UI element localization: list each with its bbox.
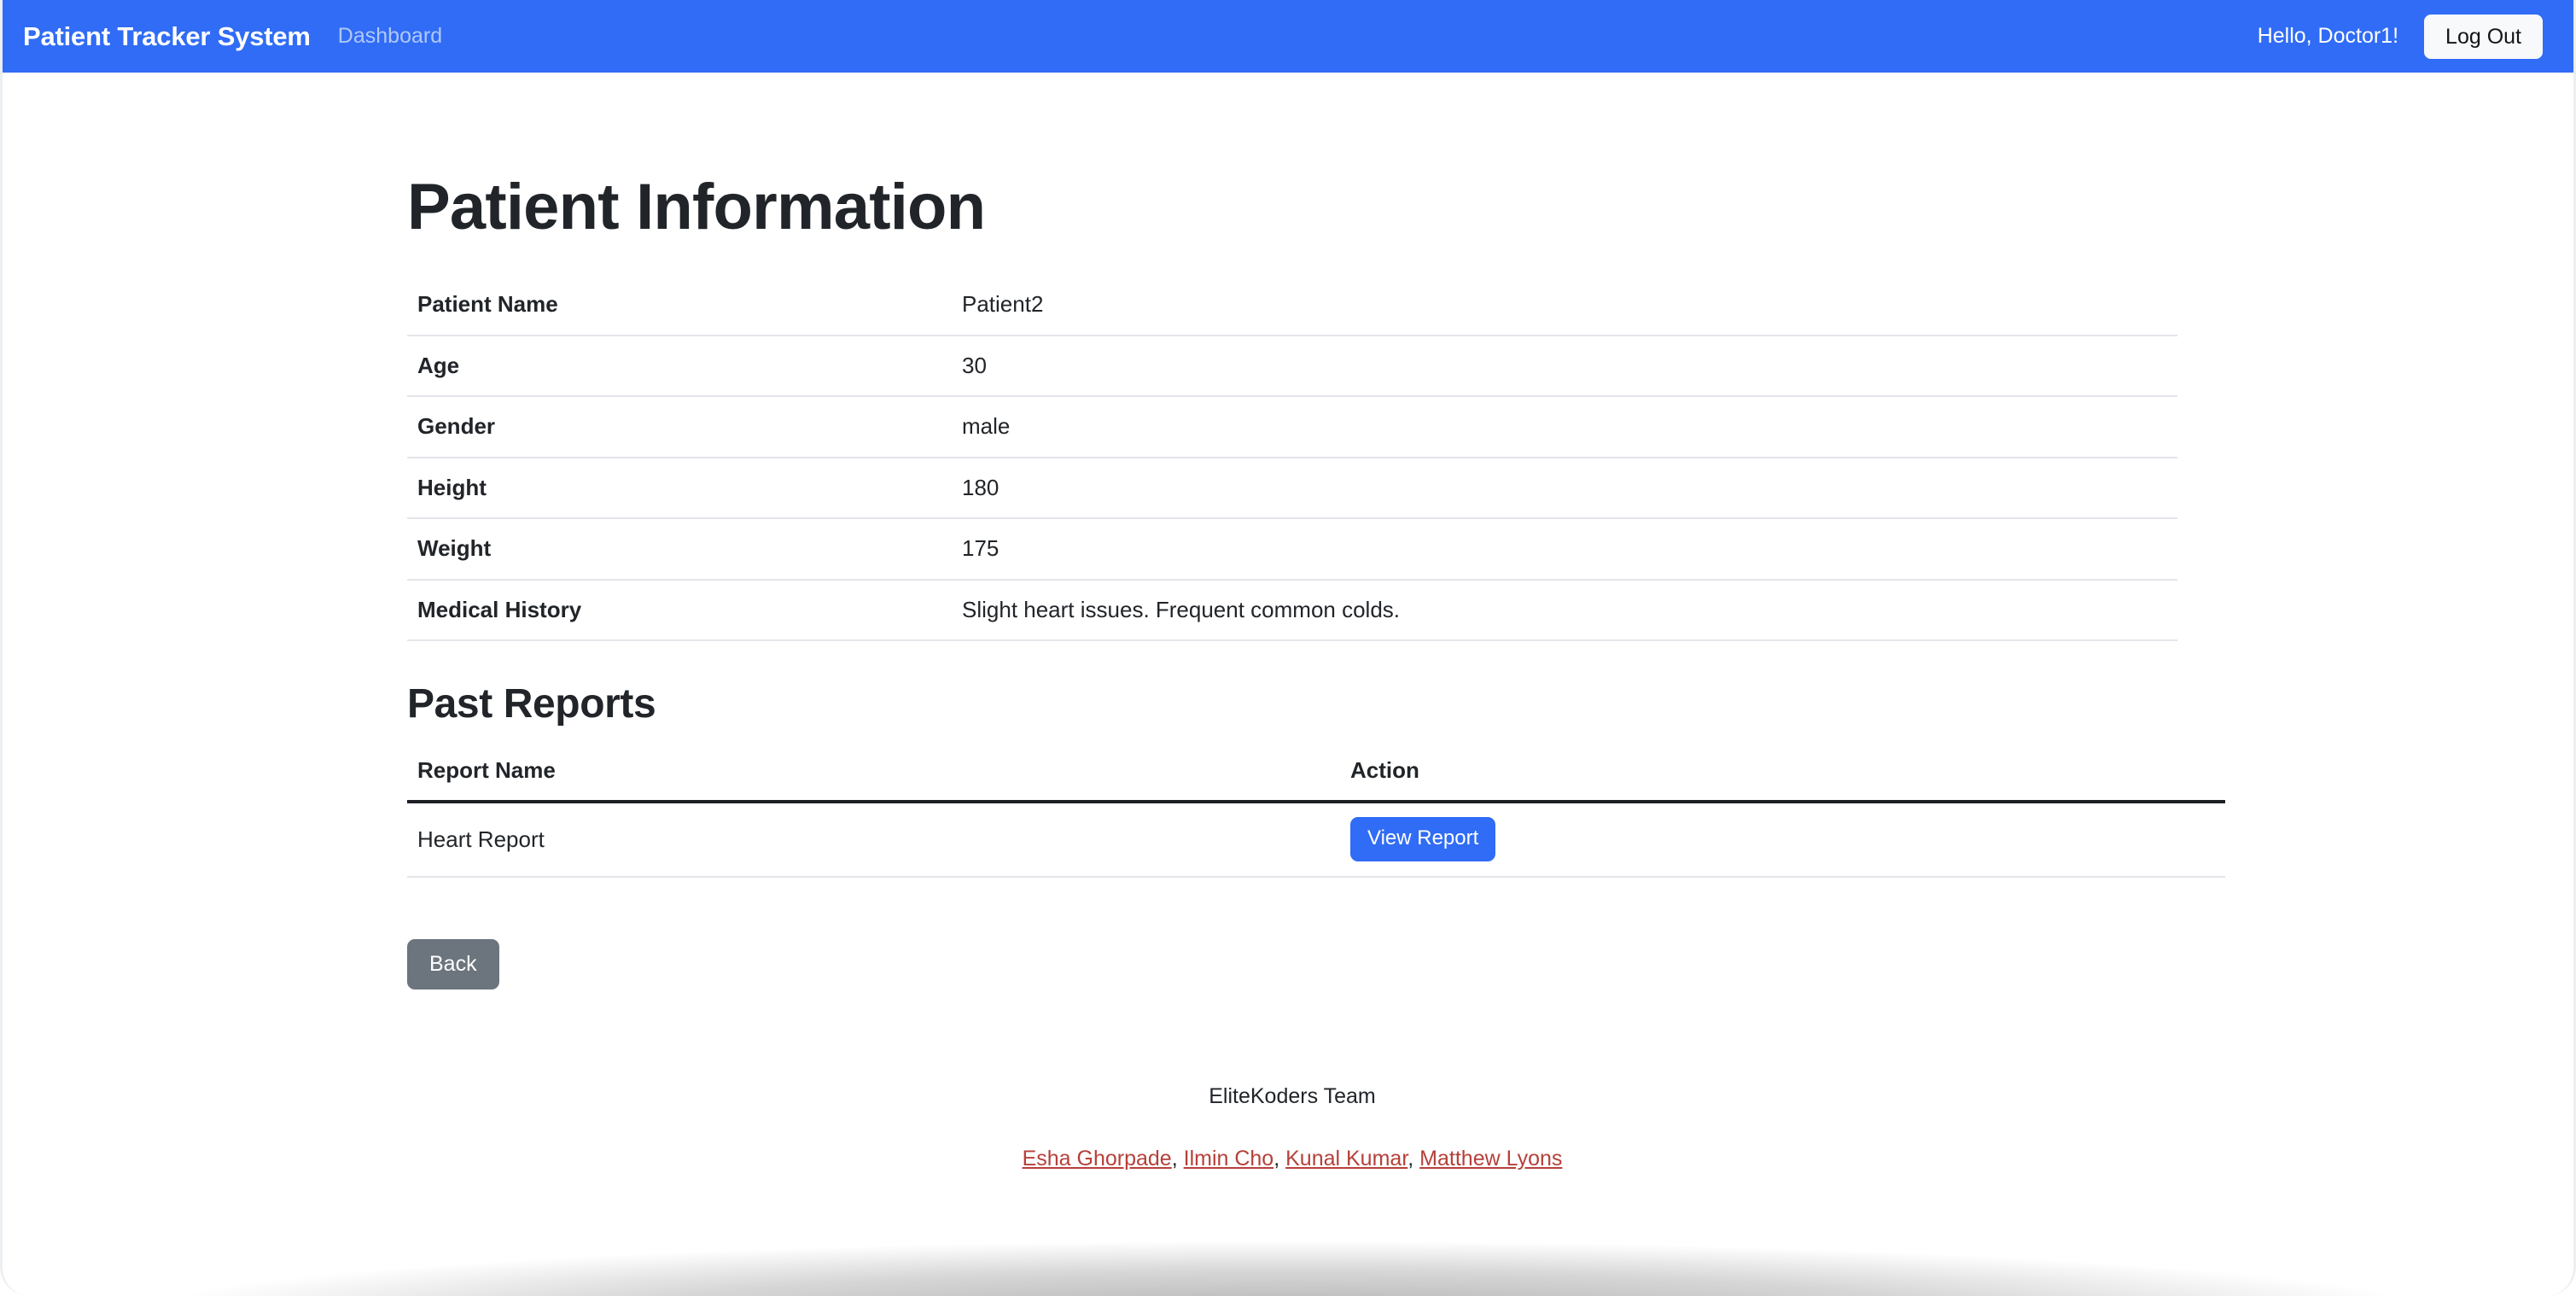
content-container: Patient Information Patient Name Patient… (407, 73, 2225, 1174)
patient-info-table-body: Patient Name Patient2 Age 30 Gender male (407, 275, 2177, 641)
user-greeting: Hello, Doctor1! (2257, 24, 2399, 48)
row-value: 30 (952, 335, 2177, 397)
page-title: Patient Information (407, 171, 986, 243)
back-button[interactable]: Back (407, 939, 499, 990)
footer-credits: Esha Ghorpade, Ilmin Cho, Kunal Kumar, M… (407, 1144, 2177, 1174)
table-header-row: Report Name Action (407, 756, 2225, 804)
row-value: male (952, 396, 2177, 458)
navbar-right-group: Hello, Doctor1! Log Out (2257, 14, 2543, 59)
row-label: Gender (407, 396, 952, 458)
row-value: 180 (952, 457, 2177, 519)
past-reports-title: Past Reports (407, 681, 656, 727)
row-label: Height (407, 457, 952, 519)
column-header-report-name: Report Name (407, 756, 1340, 804)
report-action-cell: View Report (1340, 802, 2225, 879)
report-name-cell: Heart Report (407, 802, 1340, 879)
past-reports-table-body: Heart Report View Report (407, 802, 2225, 879)
past-reports-table: Report Name Action Heart Report View Rep… (407, 756, 2225, 879)
row-label: Medical History (407, 579, 952, 641)
footer-team-name: EliteKoders Team (1209, 1084, 1376, 1109)
view-report-button[interactable]: View Report (1350, 817, 1496, 862)
footer-link-member[interactable]: Kunal Kumar (1285, 1147, 1407, 1170)
footer-link-member[interactable]: Esha Ghorpade (1023, 1147, 1172, 1170)
footer-separator: , (1171, 1147, 1184, 1171)
table-row: Heart Report View Report (407, 802, 2225, 879)
table-row: Medical History Slight heart issues. Fre… (407, 579, 2177, 641)
page-viewport: Patient Tracker System Dashboard Hello, … (0, 0, 2576, 1296)
footer-link-member[interactable]: Matthew Lyons (1419, 1147, 1562, 1170)
column-header-action: Action (1340, 756, 2225, 804)
table-row: Height 180 (407, 457, 2177, 519)
patient-info-table: Patient Name Patient2 Age 30 Gender male (407, 275, 2177, 641)
footer-separator: , (1407, 1147, 1420, 1171)
row-label: Patient Name (407, 275, 952, 336)
past-reports-table-head: Report Name Action (407, 756, 2225, 804)
top-navbar: Patient Tracker System Dashboard Hello, … (3, 0, 2573, 73)
browser-window: Patient Tracker System Dashboard Hello, … (0, 0, 2576, 1296)
table-row: Weight 175 (407, 518, 2177, 581)
footer-separator: , (1273, 1147, 1286, 1171)
table-row: Gender male (407, 396, 2177, 458)
row-value: Slight heart issues. Frequent common col… (952, 579, 2177, 641)
footer-link-member[interactable]: Ilmin Cho (1184, 1147, 1274, 1170)
row-label: Age (407, 335, 952, 397)
table-row: Age 30 (407, 335, 2177, 397)
page-content: Patient Information Patient Name Patient… (3, 73, 2573, 1174)
row-value: Patient2 (952, 275, 2177, 336)
app-brand[interactable]: Patient Tracker System (23, 21, 311, 52)
row-value: 175 (952, 518, 2177, 581)
logout-button[interactable]: Log Out (2424, 14, 2543, 59)
row-label: Weight (407, 518, 952, 581)
table-row: Patient Name Patient2 (407, 275, 2177, 336)
nav-link-dashboard[interactable]: Dashboard (338, 24, 442, 49)
site-footer: EliteKoders Team Esha Ghorpade, Ilmin Ch… (407, 1082, 2177, 1174)
